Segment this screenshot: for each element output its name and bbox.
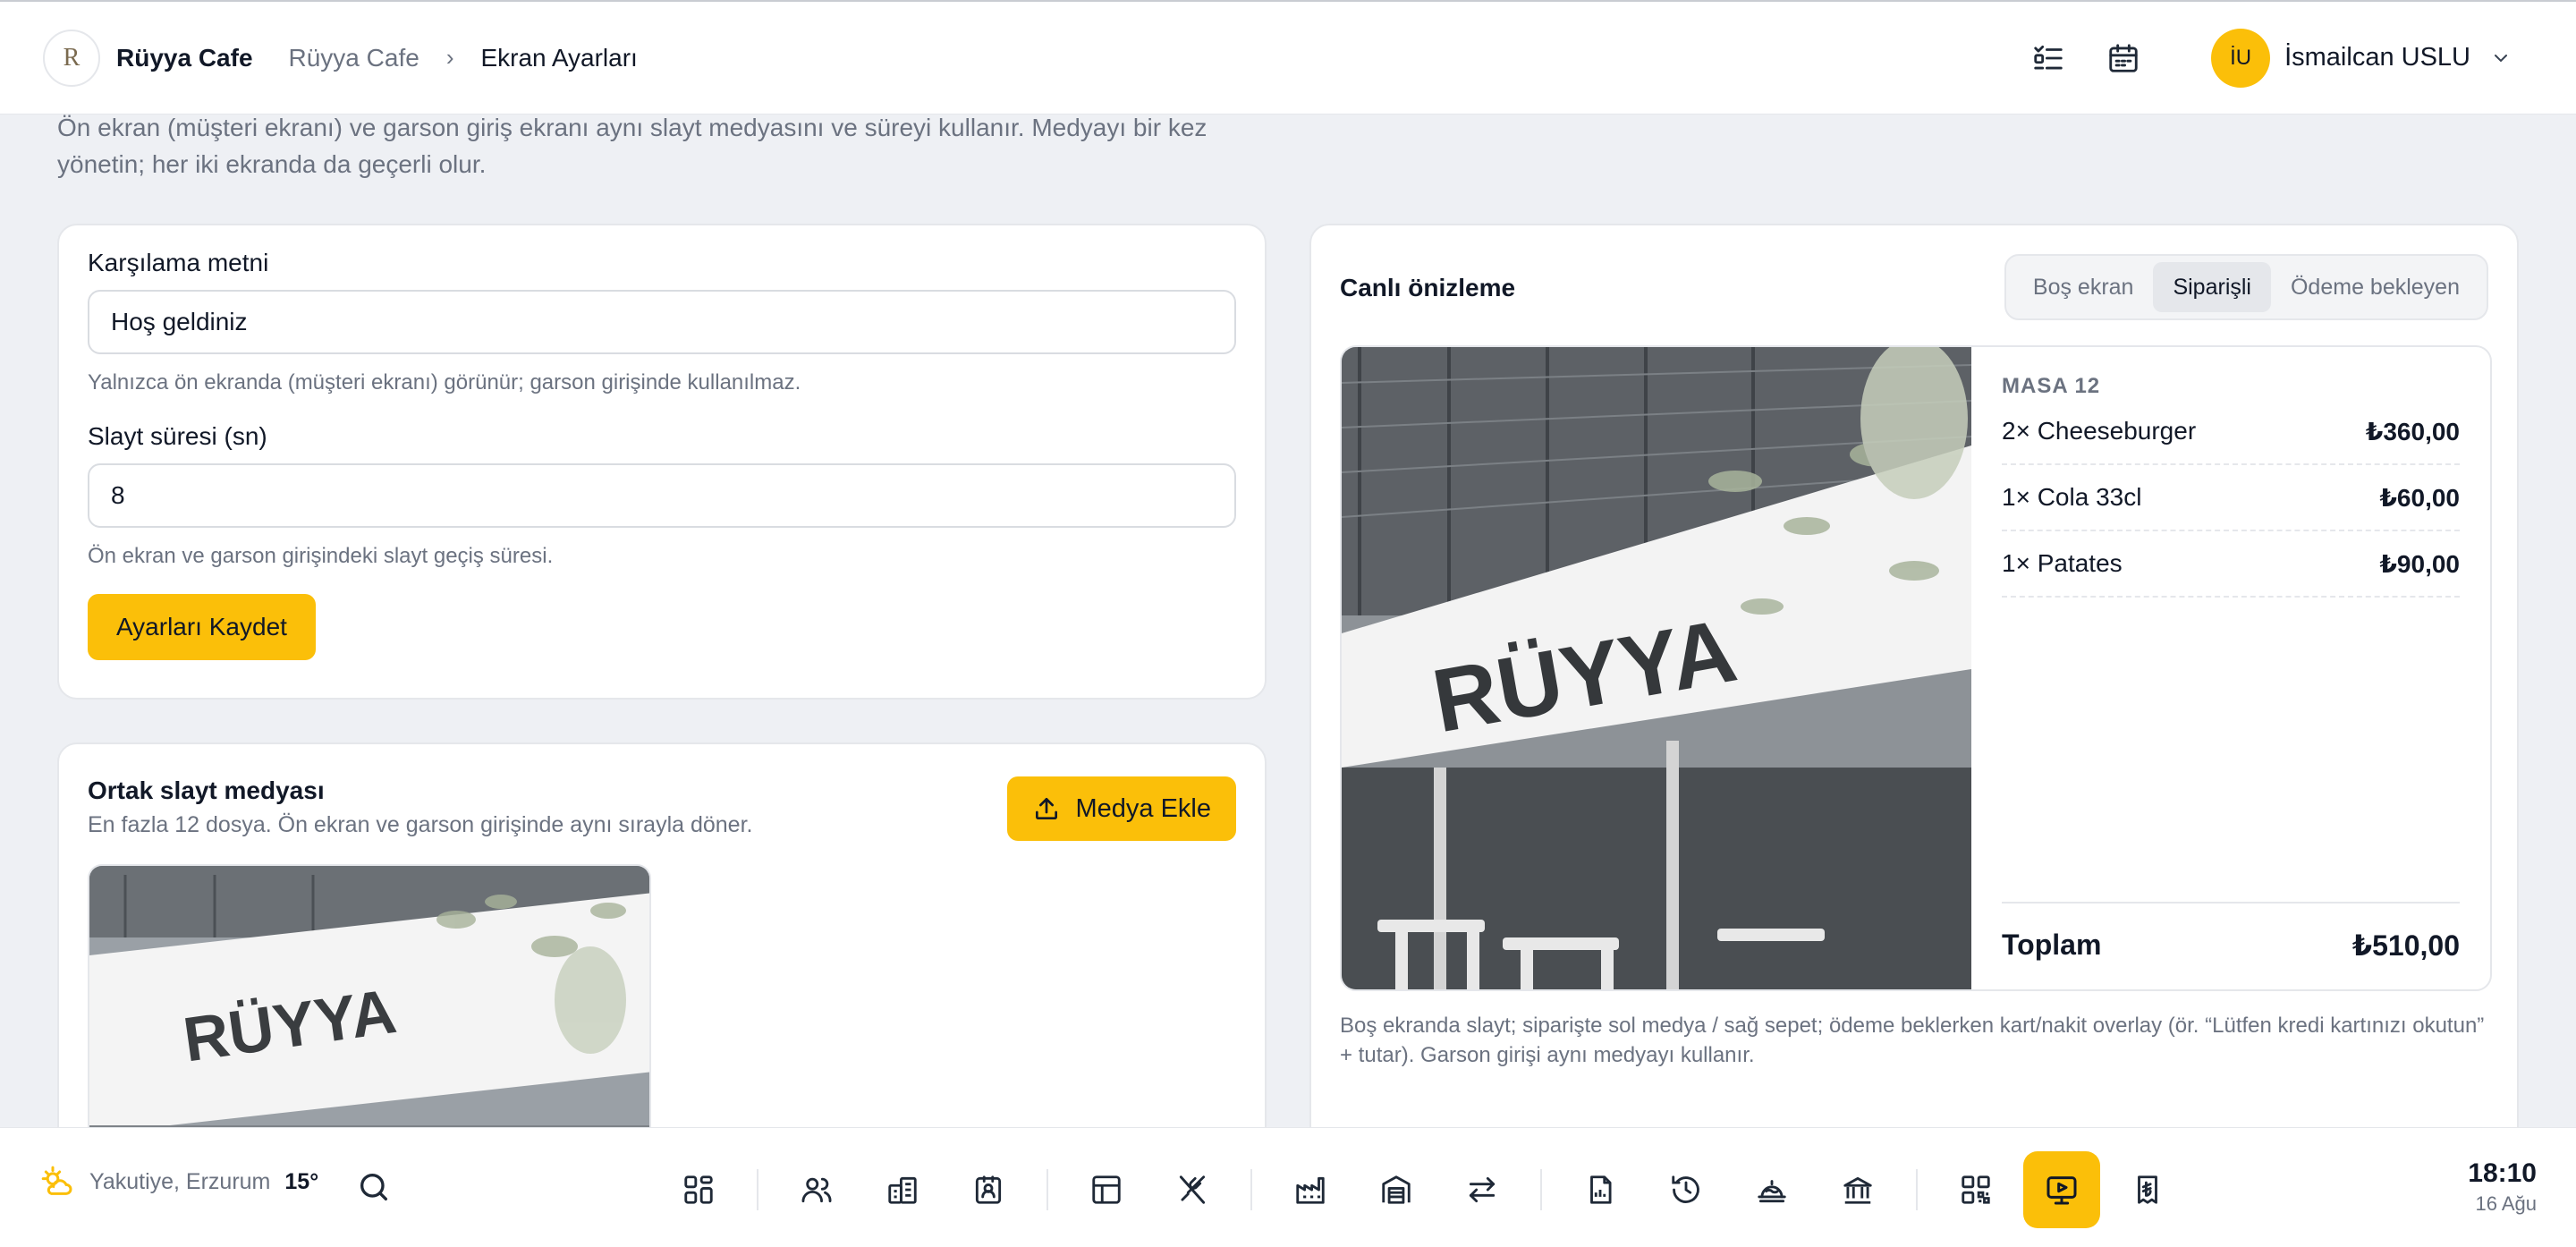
preview-cart: MASA 12 2× Cheeseburger ₺360,00 1× Cola … [1971, 347, 2490, 989]
breadcrumb-current: Ekran Ayarları [480, 43, 638, 72]
warehouse-icon[interactable] [1358, 1151, 1435, 1228]
report-icon[interactable] [1562, 1151, 1639, 1228]
dock-navigation [660, 1151, 2195, 1228]
id-badge-icon[interactable] [950, 1151, 1027, 1228]
cart-item-name: 2× Cheeseburger [2002, 417, 2197, 445]
preview-screen: RÜYYA MASA 12 2× Cheeseburger ₺360,00 1×… [1340, 345, 2492, 991]
factory-icon[interactable] [1272, 1151, 1349, 1228]
weather-location: Yakutiye, Erzurum [89, 1168, 271, 1194]
cart-item: 1× Patates ₺90,00 [2002, 531, 2460, 598]
users-icon[interactable] [778, 1151, 855, 1228]
duration-label: Slayt süresi (sn) [88, 422, 267, 450]
preview-card: Canlı önizleme Boş ekran Siparişli Ödeme… [1309, 224, 2519, 1247]
welcome-text-input[interactable] [88, 290, 1236, 354]
cart-item-name: 1× Cola 33cl [2002, 483, 2142, 511]
dock-divider [1250, 1169, 1252, 1210]
partly-sunny-icon [41, 1166, 72, 1195]
cloche-icon[interactable] [1733, 1151, 1810, 1228]
calendar-icon[interactable] [2098, 33, 2148, 83]
total-label: Toplam [2002, 929, 2102, 961]
cart-total: Toplam ₺510,00 [2002, 902, 2460, 963]
clock-time: 18:10 [2468, 1158, 2537, 1188]
dock-divider [1046, 1169, 1048, 1210]
buildings-icon[interactable] [864, 1151, 941, 1228]
search-icon[interactable] [356, 1169, 392, 1209]
clock-date: 16 Ağu [2475, 1192, 2537, 1215]
page-description: Ön ekran (müşteri ekranı) ve garson giri… [57, 114, 1208, 178]
dock-divider [757, 1169, 758, 1210]
save-settings-button[interactable]: Ayarları Kaydet [88, 594, 316, 660]
preview-note: Boş ekranda slayt; siparişte sol medya /… [1340, 1014, 2485, 1067]
transfer-arrows-icon[interactable] [1444, 1151, 1521, 1228]
chevron-down-icon[interactable] [2490, 47, 2512, 69]
brand-name[interactable]: Rüyya Cafe [116, 44, 253, 72]
dock-divider [1916, 1169, 1918, 1210]
settings-card: Karşılama metni Yalnızca ön ekranda (müş… [57, 224, 1267, 700]
user-name[interactable]: İsmailcan USLU [2284, 43, 2470, 72]
dock-divider [1540, 1169, 1542, 1210]
cart-item: 2× Cheeseburger ₺360,00 [2002, 399, 2460, 465]
tab-awaiting-payment[interactable]: Ödeme bekleyen [2271, 262, 2479, 312]
preview-mode-tabs: Boş ekran Siparişli Ödeme bekleyen [2004, 254, 2488, 320]
duration-help: Ön ekran ve garson girişindeki slayt geç… [88, 544, 554, 568]
media-thumbnail[interactable]: RÜYYA [88, 864, 651, 1150]
logo-letter: R [63, 43, 80, 72]
bank-icon[interactable] [1819, 1151, 1896, 1228]
weather-widget[interactable]: Yakutiye, Erzurum 15° [39, 1164, 318, 1200]
breadcrumb-separator: › [445, 44, 454, 71]
dashboard-icon[interactable] [660, 1151, 737, 1228]
history-icon[interactable] [1648, 1151, 1724, 1228]
lira-receipt-icon[interactable] [2109, 1151, 2186, 1228]
upload-icon [1036, 798, 1058, 819]
cart-item-price: ₺60,00 [2379, 483, 2460, 512]
brand-logo[interactable]: R [43, 29, 100, 87]
table-label: MASA 12 [2002, 374, 2101, 398]
top-bar: R Rüyya Cafe Rüyya Cafe › Ekran Ayarları… [0, 0, 2576, 115]
welcome-label: Karşılama metni [88, 249, 269, 276]
qr-code-icon[interactable] [1937, 1151, 2014, 1228]
screen-settings-icon[interactable] [2023, 1151, 2100, 1228]
checklist-icon[interactable] [2023, 33, 2073, 83]
total-value: ₺510,00 [2351, 929, 2460, 962]
table-layout-icon[interactable] [1068, 1151, 1145, 1228]
clock: 18:10 16 Ağu [2468, 1158, 2537, 1216]
tab-empty-screen[interactable]: Boş ekran [2013, 262, 2154, 312]
cart-item: 1× Cola 33cl ₺60,00 [2002, 465, 2460, 531]
cart-item-name: 1× Patates [2002, 549, 2123, 577]
add-media-label: Medya Ekle [1075, 793, 1211, 823]
add-media-button[interactable]: Medya Ekle [1007, 776, 1236, 841]
user-avatar[interactable]: İU [2211, 28, 2271, 88]
cart-item-price: ₺360,00 [2365, 417, 2460, 445]
utensils-icon[interactable] [1154, 1151, 1231, 1228]
bottom-dock: Yakutiye, Erzurum 15° 18:10 16 Ağu [0, 1127, 2576, 1247]
welcome-help: Yalnızca ön ekranda (müşteri ekranı) gör… [88, 370, 801, 394]
preview-media-image: RÜYYA [1342, 347, 1971, 989]
breadcrumb-home[interactable]: Rüyya Cafe [289, 44, 419, 72]
preview-title: Canlı önizleme [1340, 274, 1516, 301]
cart-item-price: ₺90,00 [2379, 549, 2460, 578]
slide-duration-input[interactable] [88, 463, 1236, 528]
weather-temperature: 15° [284, 1168, 319, 1194]
tab-with-order[interactable]: Siparişli [2153, 262, 2271, 312]
